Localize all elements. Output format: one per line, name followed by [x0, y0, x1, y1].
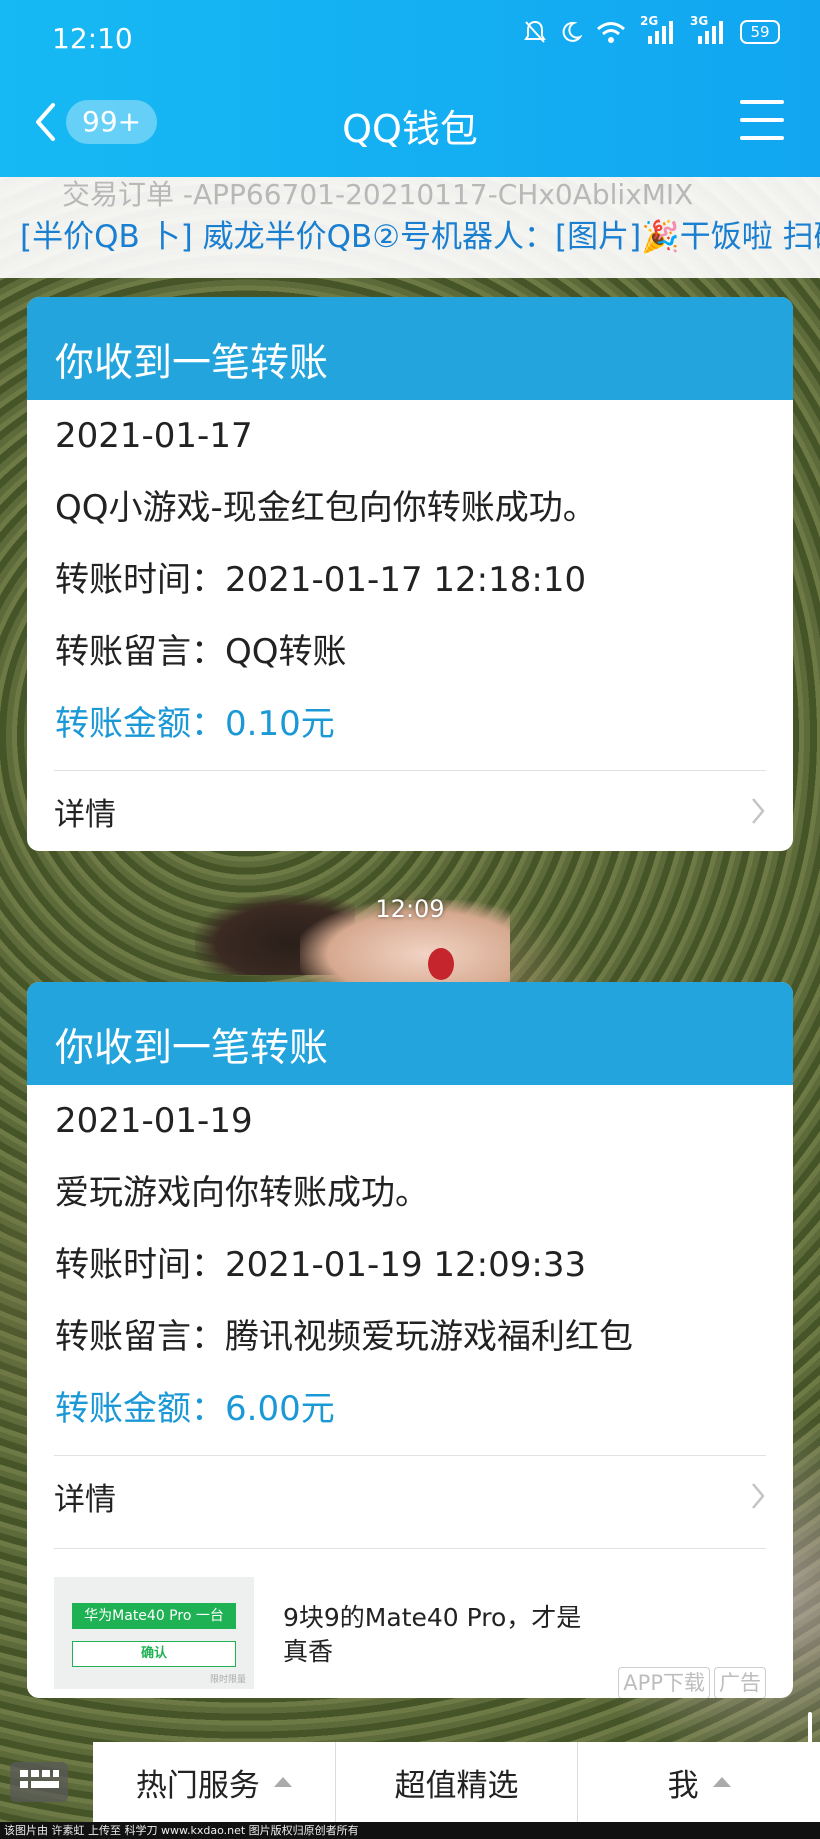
ad-tags: APP下载 广告: [618, 1667, 766, 1698]
signal-3g-label: 3G: [690, 14, 709, 28]
card-transfer-note: 转账留言：QQ转账: [55, 632, 347, 672]
notice-marquee[interactable]: 交易订单 -APP66701-20210117-CHx0AblixMIX [半价…: [0, 177, 820, 278]
menu-icon[interactable]: [740, 100, 784, 140]
transfer-card: 你收到一笔转账 2021-01-19 爱玩游戏向你转账成功。 转账时间：2021…: [27, 982, 793, 1698]
card-description: 爱玩游戏向你转账成功。: [55, 1173, 429, 1213]
card-date: 2021-01-17: [55, 416, 253, 456]
bottom-nav: 热门服务 超值精选 我: [0, 1742, 820, 1822]
ad-image-banner: 华为Mate40 Pro 一台: [72, 1603, 236, 1629]
detail-label: 详情: [54, 1481, 116, 1518]
top-bar: 12:10 2G 3G 59 99+ QQ钱包: [0, 0, 820, 177]
tab-label: 热门服务: [135, 1767, 260, 1804]
marquee-text: [半价QB 卜] 威龙半价QB②号机器人：[图片]🎉干饭啦 扫码: [20, 219, 820, 255]
tab-me[interactable]: 我: [577, 1742, 820, 1822]
card-transfer-time: 转账时间：2021-01-19 12:09:33: [55, 1245, 587, 1285]
card-transfer-amount: 转账金额：0.10元: [55, 704, 335, 744]
marquee-faded-text: 交易订单 -APP66701-20210117-CHx0AblixMIX: [62, 178, 694, 211]
tab-label: 我: [667, 1767, 699, 1804]
detail-label: 详情: [54, 796, 116, 833]
chevron-right-icon: [752, 798, 765, 824]
tab-hot-services[interactable]: 热门服务: [93, 1742, 335, 1822]
ad-image-button: 确认: [72, 1641, 236, 1667]
signal-2g-label: 2G: [640, 14, 659, 28]
time-separator: 12:09: [375, 895, 445, 923]
service-menu: 热门服务 超值精选 我: [93, 1742, 820, 1822]
detail-link[interactable]: 详情: [54, 770, 766, 851]
card-date: 2021-01-19: [55, 1101, 253, 1141]
detail-link[interactable]: 详情: [54, 1455, 766, 1536]
card-title: 你收到一笔转账: [27, 982, 793, 1085]
ad-image-tiny: 限时限量: [209, 1675, 246, 1685]
keyboard-icon[interactable]: [10, 1762, 68, 1802]
card-description: QQ小游戏-现金红包向你转账成功。: [55, 488, 597, 528]
ad-text: 9块9的Mate40 Pro，才是真香: [283, 1603, 582, 1666]
chevron-right-icon: [752, 1483, 765, 1509]
mute-bell-icon: [524, 20, 546, 43]
watermark-footer: 该图片由 许素虹 上传至 科学刀 www.kxdao.net 图片版权归原创者所…: [0, 1822, 820, 1839]
battery-icon: 59: [740, 20, 780, 44]
signal-3g-icon: 3G: [690, 14, 726, 44]
status-time: 12:10: [52, 22, 133, 55]
card-title: 你收到一笔转账: [27, 297, 793, 400]
ad-label-tag: 广告: [714, 1667, 766, 1698]
signal-2g-icon: 2G: [640, 14, 676, 44]
card-transfer-time: 转账时间：2021-01-17 12:18:10: [55, 560, 587, 600]
transfer-card: 你收到一笔转账 2021-01-17 QQ小游戏-现金红包向你转账成功。 转账时…: [27, 297, 793, 851]
wifi-icon: [597, 22, 625, 43]
caret-up-icon: [712, 1777, 731, 1787]
page-title: QQ钱包: [342, 107, 478, 151]
tab-label: 超值精选: [394, 1767, 519, 1804]
ad-banner[interactable]: 华为Mate40 Pro 一台 确认 限时限量 9块9的Mate40 Pro，才…: [54, 1548, 766, 1698]
moon-icon: [562, 21, 582, 42]
caret-up-icon: [273, 1777, 292, 1787]
status-icons: 2G 3G 59: [524, 14, 780, 44]
card-transfer-note: 转账留言：腾讯视频爱玩游戏福利红包: [55, 1317, 633, 1357]
tab-best-deals[interactable]: 超值精选: [334, 1742, 578, 1822]
card-transfer-amount: 转账金额：6.00元: [55, 1389, 335, 1429]
ad-image: 华为Mate40 Pro 一台 确认 限时限量: [54, 1577, 254, 1689]
wallpaper-lips: [428, 948, 454, 980]
ad-download-tag[interactable]: APP下载: [618, 1667, 710, 1698]
